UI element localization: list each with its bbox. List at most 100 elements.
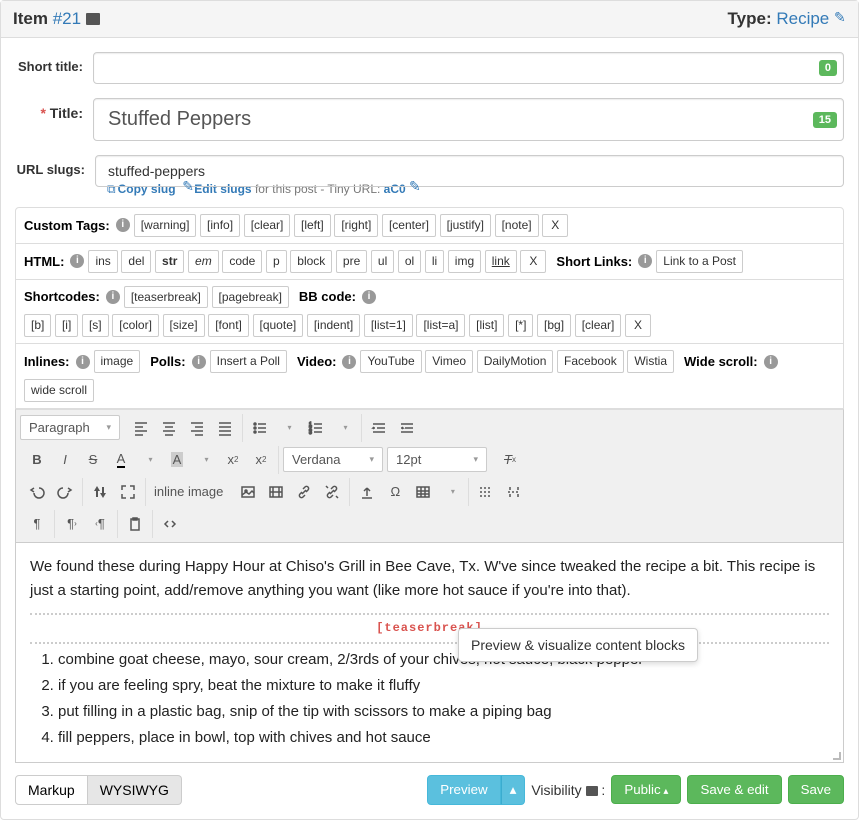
hr-icon[interactable]: [472, 478, 500, 506]
info-icon[interactable]: i: [106, 290, 120, 304]
title-input[interactable]: [106, 107, 801, 132]
html-tag-button[interactable]: em: [188, 250, 219, 273]
html-tag-button[interactable]: X: [520, 250, 546, 273]
info-icon[interactable]: i: [638, 254, 652, 268]
html-tag-button[interactable]: code: [222, 250, 262, 273]
html-tag-button[interactable]: str: [155, 250, 184, 273]
bbcode-button[interactable]: [quote]: [253, 314, 304, 337]
superscript-button[interactable]: x2: [247, 446, 275, 474]
shortcode-button[interactable]: [teaserbreak]: [124, 286, 208, 309]
paste-icon[interactable]: [121, 510, 149, 538]
header-type-value[interactable]: Recipe: [776, 9, 829, 28]
html-tag-button[interactable]: p: [266, 250, 287, 273]
indent-icon[interactable]: [393, 414, 421, 442]
align-left-icon[interactable]: [127, 414, 155, 442]
info-icon[interactable]: i: [192, 355, 206, 369]
pagebreak-icon[interactable]: [500, 478, 528, 506]
rtl-icon[interactable]: ‹¶: [86, 510, 114, 538]
wide-scroll-button[interactable]: wide scroll: [24, 379, 94, 402]
show-blocks-icon[interactable]: ¶: [23, 510, 51, 538]
number-list-dropdown[interactable]: [330, 414, 358, 442]
clear-format-button[interactable]: Tx: [496, 446, 524, 474]
html-tag-button[interactable]: ins: [88, 250, 117, 273]
recipe-step[interactable]: put filling in a plastic bag, snip of th…: [58, 700, 829, 724]
info-icon[interactable]: i: [70, 254, 84, 268]
html-tag-button[interactable]: img: [448, 250, 481, 273]
italic-button[interactable]: I: [51, 446, 79, 474]
custom-tag-button[interactable]: [clear]: [244, 214, 291, 237]
table-dropdown[interactable]: [437, 478, 465, 506]
font-select[interactable]: Verdana: [283, 447, 383, 472]
info-icon[interactable]: i: [362, 290, 376, 304]
video-button[interactable]: YouTube: [360, 350, 421, 373]
subscript-button[interactable]: x2: [219, 446, 247, 474]
custom-tag-button[interactable]: [warning]: [134, 214, 197, 237]
info-icon[interactable]: i: [116, 218, 130, 232]
source-code-icon[interactable]: [156, 510, 184, 538]
public-button[interactable]: Public: [611, 775, 681, 804]
bbcode-button[interactable]: [color]: [112, 314, 159, 337]
save-button[interactable]: Save: [788, 775, 844, 804]
custom-tag-button[interactable]: [left]: [294, 214, 331, 237]
fullscreen-icon[interactable]: [114, 478, 142, 506]
resize-handle-icon[interactable]: [829, 748, 841, 760]
bbcode-button[interactable]: [font]: [208, 314, 249, 337]
bbcode-button[interactable]: [clear]: [575, 314, 622, 337]
bbcode-button[interactable]: [bg]: [537, 314, 571, 337]
info-icon[interactable]: i: [76, 355, 90, 369]
slug-input[interactable]: [106, 162, 803, 180]
ltr-icon[interactable]: ¶›: [58, 510, 86, 538]
outdent-icon[interactable]: [365, 414, 393, 442]
slug-input-wrap[interactable]: [95, 155, 844, 187]
text-color-dropdown[interactable]: [135, 446, 163, 474]
align-justify-icon[interactable]: [211, 414, 239, 442]
custom-tag-button[interactable]: [center]: [382, 214, 436, 237]
recipe-step[interactable]: fill peppers, place in bowl, top with ch…: [58, 726, 829, 750]
bbcode-button[interactable]: X: [625, 314, 651, 337]
special-char-icon[interactable]: Ω: [381, 478, 409, 506]
bold-button[interactable]: B: [23, 446, 51, 474]
table-icon[interactable]: [409, 478, 437, 506]
unlink-icon[interactable]: [318, 478, 346, 506]
bbcode-button[interactable]: [indent]: [307, 314, 360, 337]
title-input-wrap[interactable]: 15: [93, 98, 844, 141]
align-right-icon[interactable]: [183, 414, 211, 442]
redo-icon[interactable]: [51, 478, 79, 506]
custom-tag-button[interactable]: X: [542, 214, 568, 237]
bullet-list-icon[interactable]: [246, 414, 274, 442]
html-tag-button[interactable]: block: [290, 250, 332, 273]
html-tag-button[interactable]: ol: [398, 250, 421, 273]
bg-color-button[interactable]: A: [163, 446, 191, 474]
custom-tag-button[interactable]: [note]: [495, 214, 539, 237]
short-title-input-wrap[interactable]: 0: [93, 52, 844, 84]
video-button[interactable]: Facebook: [557, 350, 624, 373]
pencil-icon[interactable]: [834, 12, 846, 24]
video-button[interactable]: DailyMotion: [477, 350, 554, 373]
content-paragraph[interactable]: We found these during Happy Hour at Chis…: [30, 555, 829, 603]
preview-dropdown[interactable]: ▴: [501, 775, 526, 805]
video-button[interactable]: Wistia: [627, 350, 674, 373]
recipe-step[interactable]: if you are feeling spry, beat the mixtur…: [58, 674, 829, 698]
wysiwyg-tab[interactable]: WYSIWYG: [88, 775, 182, 805]
bbcode-button[interactable]: [*]: [508, 314, 533, 337]
recipe-steps[interactable]: combine goat cheese, mayo, sour cream, 2…: [30, 648, 829, 750]
bullet-list-dropdown[interactable]: [274, 414, 302, 442]
video-button[interactable]: Vimeo: [425, 350, 473, 373]
shortcode-button[interactable]: [pagebreak]: [212, 286, 289, 309]
bbcode-button[interactable]: [list=1]: [364, 314, 413, 337]
html-tag-button[interactable]: ul: [371, 250, 394, 273]
insert-image-icon[interactable]: [234, 478, 262, 506]
html-tag-button[interactable]: li: [425, 250, 444, 273]
info-icon[interactable]: i: [764, 355, 778, 369]
inline-image-text-button[interactable]: inline image: [146, 478, 231, 506]
insert-media-icon[interactable]: [262, 478, 290, 506]
bg-color-dropdown[interactable]: [191, 446, 219, 474]
header-item-number[interactable]: #21: [53, 9, 81, 28]
inline-image-button[interactable]: image: [94, 350, 141, 373]
html-tag-button[interactable]: del: [121, 250, 151, 273]
custom-tag-button[interactable]: [right]: [334, 214, 378, 237]
bbcode-button[interactable]: [list=a]: [416, 314, 465, 337]
insert-poll-button[interactable]: Insert a Poll: [210, 350, 287, 373]
bbcode-button[interactable]: [list]: [469, 314, 504, 337]
text-color-button[interactable]: A: [107, 446, 135, 474]
